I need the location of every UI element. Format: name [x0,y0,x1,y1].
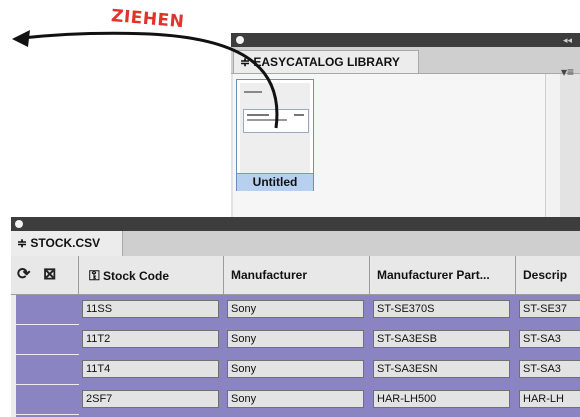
close-icon[interactable] [15,220,23,228]
cell-manufacturer-part[interactable]: ST-SA3ESN [373,360,510,378]
column-label: Stock Code [103,269,170,283]
row-header[interactable] [16,325,79,354]
table-row[interactable]: 11T2 Sony ST-SA3ESB ST-SA3 [11,325,580,355]
drag-annotation-label: ZIEHEN [110,6,186,33]
table-row[interactable]: 11T4 Sony ST-SA3ESN ST-SA3 [11,355,580,385]
cell-description[interactable]: ST-SE37 [519,300,580,318]
stock-panel: ≑ STOCK.CSV ⟳ ⊠ ⚿ Stock Code Manufacture… [11,217,580,417]
cell-stock-code[interactable]: 11SS [82,300,219,318]
column-header-stock-code[interactable]: ⚿ Stock Code [79,256,224,295]
library-tab-row: ≑ EASYCATALOG LIBRARY ▾≡ [231,47,580,79]
table-row[interactable]: 2SF7 Sony HAR-LH500 HAR-LH [11,385,580,415]
column-header-description[interactable]: Descrip [516,256,580,295]
cell-manufacturer[interactable]: Sony [227,300,364,318]
collapse-icon[interactable]: ◂◂ [563,33,572,47]
panel-menu-icon[interactable]: ▾≡ [561,65,574,79]
cell-manufacturer[interactable]: Sony [227,330,364,348]
cell-description[interactable]: ST-SA3 [519,330,580,348]
cell-manufacturer[interactable]: Sony [227,390,364,408]
column-header-manufacturer[interactable]: Manufacturer [224,256,370,295]
thumbnail-table-icon [243,109,309,133]
cell-description[interactable]: HAR-LH [519,390,580,408]
key-icon: ⚿ [89,267,100,283]
row-header[interactable] [16,295,79,324]
library-panel: ◂◂ ≑ EASYCATALOG LIBRARY ▾≡ Untitled [231,33,580,223]
library-scrollbar[interactable] [545,74,560,223]
cell-manufacturer-part[interactable]: HAR-LH500 [373,390,510,408]
stock-tab-row: ≑ STOCK.CSV [11,231,580,256]
cell-description[interactable]: ST-SA3 [519,360,580,378]
cell-stock-code[interactable]: 2SF7 [82,390,219,408]
library-item-label: Untitled [237,173,313,191]
tab-stock-csv[interactable]: ≑ STOCK.CSV [11,231,123,256]
library-panel-titlebar[interactable]: ◂◂ [231,33,580,47]
refresh-icon[interactable]: ⟳ [17,267,30,283]
cell-stock-code[interactable]: 11T2 [82,330,219,348]
row-header[interactable] [16,385,79,414]
library-item-thumbnail [240,83,310,173]
row-header[interactable] [16,355,79,384]
cell-manufacturer[interactable]: Sony [227,360,364,378]
tab-easycatalog-library[interactable]: ≑ EASYCATALOG LIBRARY [233,50,419,73]
grid-controls-header: ⟳ ⊠ [11,256,79,295]
select-all-checkbox-icon[interactable]: ⊠ [43,267,56,283]
table-row[interactable]: 11SS Sony ST-SE370S ST-SE37 [11,295,580,325]
data-grid: ⟳ ⊠ ⚿ Stock Code Manufacturer Manufactur… [11,256,580,417]
stock-panel-titlebar[interactable] [11,217,580,231]
column-header-manufacturer-part[interactable]: Manufacturer Part... [370,256,516,295]
library-item[interactable]: Untitled [236,79,314,191]
cell-manufacturer-part[interactable]: ST-SA3ESB [373,330,510,348]
cell-manufacturer-part[interactable]: ST-SE370S [373,300,510,318]
close-icon[interactable] [236,36,244,44]
cell-stock-code[interactable]: 11T4 [82,360,219,378]
